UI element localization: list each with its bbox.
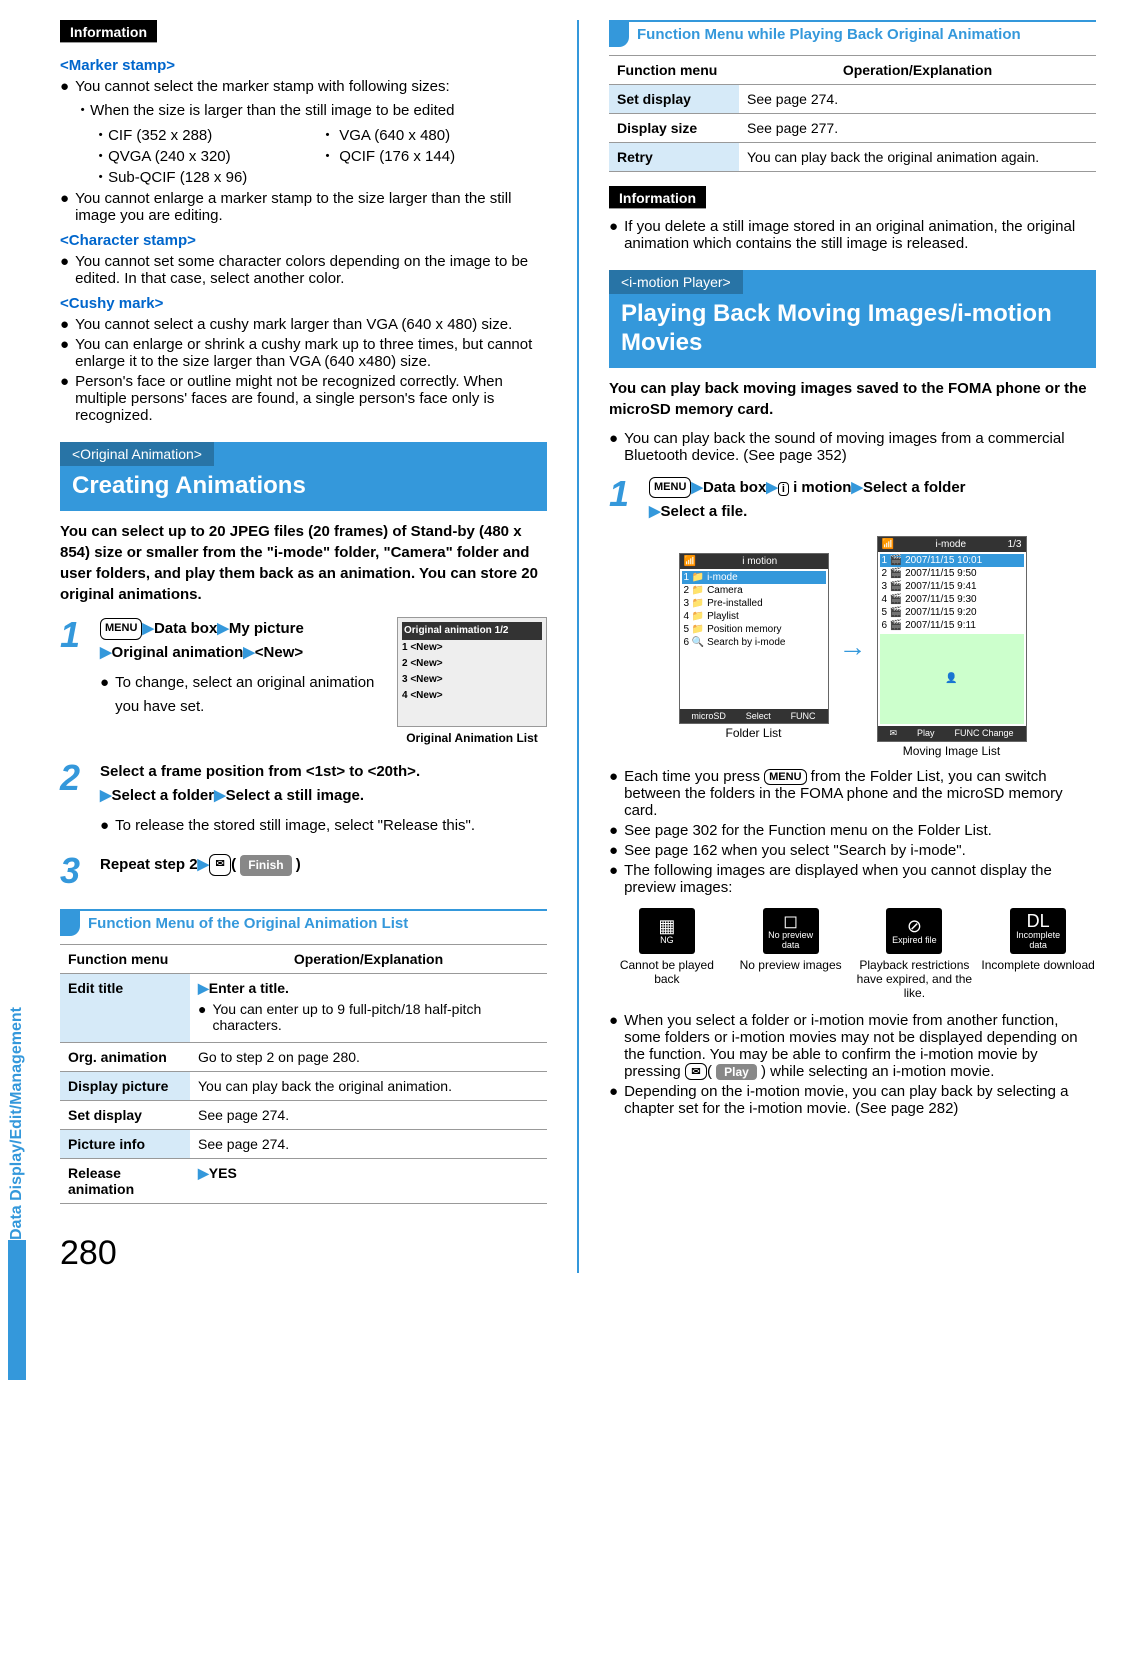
mail-key-icon: [209, 854, 231, 876]
cushy-bullet-1: You cannot select a cushy mark larger th…: [75, 316, 547, 333]
folder-list-phone: 📶i motion 1 📁 i-mode 2 📁 Camera 3 📁 Pre-…: [679, 553, 829, 724]
no-preview-icon: ◻: [783, 912, 798, 930]
section2-tag: <i-motion Player>: [609, 270, 743, 294]
function-menu-header-2: Function Menu while Playing Back Origina…: [609, 20, 1096, 47]
info2-bullet: If you delete a still image stored in an…: [624, 218, 1096, 252]
step-1: 1 MENU▶Data box▶My picture ▶Original ani…: [60, 617, 547, 748]
right-step-1: 1 MENU▶Data box▶i i motion▶Select a fold…: [609, 476, 1096, 524]
information-tag: Information: [60, 22, 157, 42]
original-animation-list-screenshot: Original animation 1/2 1 <New> 2 <New> 3…: [397, 617, 547, 727]
after-bullet-3: See page 162 when you select "Search by …: [624, 842, 1096, 859]
right-column: Function Menu while Playing Back Origina…: [609, 20, 1096, 1273]
information-tag-2: Information: [609, 188, 706, 208]
sec2-bullet-1: You can play back the sound of moving im…: [624, 430, 1096, 464]
sidebar-label: Data Display/Edit/Management: [8, 980, 26, 1240]
size-list: ・CIF (352 x 288)・ VGA (640 x 480) ・QVGA …: [93, 124, 547, 187]
after-bullet-2: See page 302 for the Function menu on th…: [624, 822, 1096, 839]
step1-sub: To change, select an original animation …: [115, 671, 385, 719]
play-pill: Play: [716, 1064, 757, 1080]
section2-title: Playing Back Moving Images/i-motion Movi…: [609, 294, 1096, 368]
marker-stamp-heading: <Marker stamp>: [60, 57, 547, 74]
marker-bullet-1-sub: ・When the size is larger than the still …: [75, 99, 547, 120]
menu-key-icon: MENU: [100, 618, 142, 640]
left-column: Information <Marker stamp> ● You cannot …: [60, 20, 547, 1273]
function-menu-table-2: Function menuOperation/Explanation Set d…: [609, 55, 1096, 172]
arrow-icon: →: [839, 631, 867, 663]
after-bullet-1: Each time you press MENU from the Folder…: [624, 768, 1096, 819]
playing-back-section: <i-motion Player> Playing Back Moving Im…: [609, 270, 1096, 368]
char-bullet-1: You cannot set some character colors dep…: [75, 253, 547, 287]
mail-key-icon: [685, 1063, 707, 1080]
function-menu-table-1: Function menuOperation/Explanation Edit …: [60, 944, 547, 1204]
after-bullet-4: The following images are displayed when …: [624, 862, 1096, 896]
marker-bullet-1: You cannot select the marker stamp with …: [75, 78, 450, 95]
section-intro: You can select up to 20 JPEG files (20 f…: [60, 521, 547, 605]
ng-icon: ▦: [658, 917, 675, 935]
section-tag: <Original Animation>: [60, 442, 214, 466]
step-3: 3 Repeat step 2▶( Finish ): [60, 853, 547, 889]
error-icon-grid: ▦NGCannot be played back ◻No preview dat…: [609, 908, 1096, 1000]
moving-image-list-phone: 📶i-mode1/3 1 🎬 2007/11/15 10:01 2 🎬 2007…: [877, 536, 1027, 742]
cushy-bullet-2: You can enlarge or shrink a cushy mark u…: [75, 336, 547, 370]
cushy-mark-heading: <Cushy mark>: [60, 295, 547, 312]
expired-icon: ⊘: [907, 917, 922, 935]
folder-list-label: Folder List: [679, 726, 829, 740]
moving-image-list-label: Moving Image List: [877, 744, 1027, 758]
preview-photo: 👤: [880, 634, 1024, 724]
page-number: 280: [60, 1234, 547, 1273]
function-menu-header-1: Function Menu of the Original Animation …: [60, 909, 547, 936]
menu-key-icon: MENU: [649, 477, 691, 499]
after-bullet-5: When you select a folder or i-motion mov…: [624, 1012, 1096, 1081]
sidebar-tab: Data Display/Edit/Management: [8, 980, 38, 1380]
step2-sub: To release the stored still image, selec…: [115, 814, 547, 838]
marker-bullet-2: You cannot enlarge a marker stamp to the…: [75, 190, 547, 224]
character-stamp-heading: <Character stamp>: [60, 232, 547, 249]
step-2: 2 Select a frame position from <1st> to …: [60, 760, 547, 841]
incomplete-icon: DL: [1027, 912, 1050, 930]
column-divider: [577, 20, 579, 1273]
finish-pill: Finish: [240, 855, 291, 876]
menu-key-icon: MENU: [764, 769, 806, 785]
phone-screens: 📶i motion 1 📁 i-mode 2 📁 Camera 3 📁 Pre-…: [609, 536, 1096, 758]
section2-intro: You can play back moving images saved to…: [609, 378, 1096, 420]
after-bullet-6: Depending on the i-motion movie, you can…: [624, 1083, 1096, 1117]
cushy-bullet-3: Person's face or outline might not be re…: [75, 373, 547, 424]
screenshot-label: Original Animation List: [397, 729, 547, 748]
creating-animations-section: <Original Animation> Creating Animations: [60, 442, 547, 511]
section-title: Creating Animations: [60, 466, 547, 511]
